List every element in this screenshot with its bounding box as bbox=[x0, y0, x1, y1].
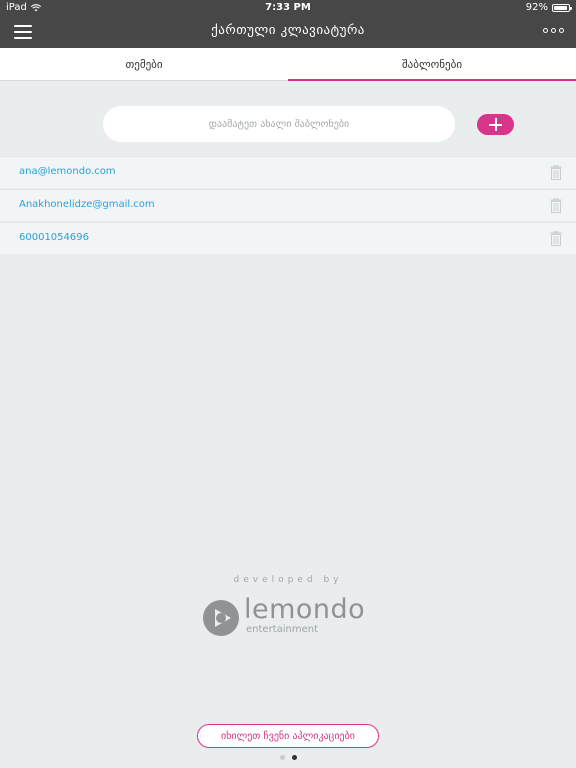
page-indicator bbox=[0, 755, 576, 760]
status-right: 92% bbox=[525, 2, 572, 13]
trash-icon[interactable] bbox=[550, 165, 562, 180]
tab-themes[interactable]: თემები bbox=[0, 48, 288, 80]
battery-icon bbox=[552, 3, 572, 12]
app-screen: iPad 7:33 PM 92% ქართული კლავიატურა თემე… bbox=[0, 0, 576, 768]
template-text: 60001054696 bbox=[19, 232, 89, 243]
developed-by-label: developed by bbox=[233, 575, 343, 585]
tab-templates[interactable]: შაბლონები bbox=[288, 48, 576, 81]
template-row[interactable]: Anakhonelidze@gmail.com bbox=[0, 189, 576, 221]
page-dot-active[interactable] bbox=[291, 755, 297, 760]
trash-icon[interactable] bbox=[550, 198, 562, 213]
template-row[interactable]: 60001054696 bbox=[0, 222, 576, 254]
add-template-button[interactable] bbox=[477, 114, 514, 135]
battery-percentage: 92% bbox=[525, 2, 548, 13]
navigation-bar: ქართული კლავიატურა bbox=[0, 16, 576, 48]
brand-logo: lemondo entertainment bbox=[202, 594, 374, 639]
trash-icon[interactable] bbox=[550, 231, 562, 246]
view-our-apps-button[interactable]: იხილეთ ჩვენი აპლიკაციები bbox=[197, 724, 379, 748]
status-time: 7:33 PM bbox=[265, 2, 311, 13]
brand-subtitle: entertainment bbox=[246, 624, 318, 635]
template-row[interactable]: ana@lemondo.com bbox=[0, 156, 576, 188]
brand-name: lemondo bbox=[244, 594, 366, 625]
new-template-input[interactable] bbox=[103, 106, 455, 142]
top-bar: iPad 7:33 PM 92% ქართული კლავიატურა bbox=[0, 0, 576, 48]
lemondo-logo-icon bbox=[203, 600, 239, 636]
status-bar: iPad 7:33 PM 92% bbox=[0, 0, 576, 16]
battery-level bbox=[554, 5, 567, 10]
template-text: ana@lemondo.com bbox=[19, 166, 116, 177]
more-dots-icon[interactable] bbox=[543, 28, 564, 33]
template-list: ana@lemondo.com Anakhonelidze@gmail.com bbox=[0, 156, 576, 254]
page-dot[interactable] bbox=[279, 755, 285, 760]
tab-bar: თემები შაბლონები bbox=[0, 48, 576, 81]
add-template-row bbox=[0, 106, 576, 142]
template-text: Anakhonelidze@gmail.com bbox=[19, 199, 155, 210]
page-title: ქართული კლავიატურა bbox=[211, 23, 365, 38]
